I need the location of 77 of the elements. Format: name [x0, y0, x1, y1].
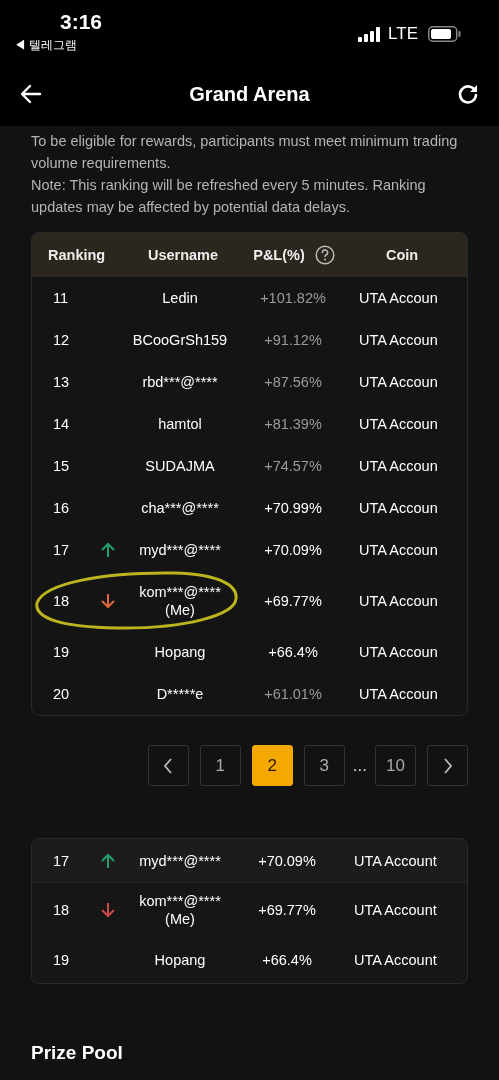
network-label: LTE	[388, 24, 418, 44]
coin-cell-text: UTA Accoun	[358, 290, 438, 306]
pnl-cell-text: +66.4%	[261, 952, 313, 968]
rank-cell-text: 18	[52, 902, 71, 918]
username-cell-text: BCooGrSh159	[131, 331, 229, 349]
rank-cell-text: 15	[52, 458, 71, 474]
back-to-app-link[interactable]: ◀ 텔레그램	[14, 37, 103, 54]
column-header: Username	[146, 247, 220, 263]
rank-cell-text: 13	[52, 374, 71, 390]
previous-page-button[interactable]	[147, 745, 189, 786]
coin-cell-text: UTA Accoun	[358, 542, 438, 558]
username-cell-text: myd***@****	[138, 541, 222, 559]
username-cell-text: Ledin	[161, 289, 199, 307]
rank-cell-text: 11	[52, 290, 70, 306]
column-header: Ranking	[47, 247, 107, 263]
username-cell-text: kom***@**** (Me)	[138, 892, 222, 928]
rules-note: Note: This ranking will be refreshed every 5 minutes. Ranking updates may be affected by potential data delays.	[31, 176, 427, 217]
pnl-cell-text: +74.57%	[263, 458, 323, 474]
rank-cell-text: 18	[52, 593, 71, 609]
help-icon[interactable]	[314, 245, 335, 265]
coin-cell-text: UTA Accoun	[358, 374, 438, 390]
rank-cell-text: 19	[52, 952, 71, 968]
username-cell-text: myd***@****	[138, 851, 222, 870]
page-button[interactable]: 3	[303, 745, 345, 786]
coin-cell-text: UTA Account	[353, 902, 437, 918]
rank-cell-text: 17	[52, 542, 71, 558]
page-ellipsis: ...	[352, 755, 367, 776]
page-button[interactable]: 10	[375, 745, 416, 786]
username-cell-text: Hopang	[153, 643, 207, 661]
username-cell-text: hamtol	[157, 415, 203, 433]
coin-cell-text: UTA Accoun	[358, 332, 438, 348]
coin-cell-text: UTA Accoun	[358, 416, 438, 432]
column-header: P&L(%)	[253, 247, 305, 263]
username-cell-text: SUDAJMA	[144, 457, 216, 475]
username-cell-text: Hopang	[153, 951, 207, 969]
pnl-cell-text: +87.56%	[263, 374, 323, 390]
pnl-cell-text: +61.01%	[263, 686, 323, 702]
rank-cell-text: 20	[52, 686, 71, 702]
coin-cell-text: UTA Accoun	[358, 644, 438, 660]
rules-note: To be eligible for rewards, participants must meet minimum trading volume requirements.	[31, 132, 459, 173]
status-time: 3:16	[60, 10, 103, 34]
pnl-cell-text: +81.39%	[263, 416, 323, 432]
pnl-cell-text: +69.77%	[263, 593, 323, 609]
rank-cell-text: 14	[52, 416, 71, 432]
rank-cell-text: 17	[52, 852, 71, 869]
page-title: Grand Arena	[189, 82, 310, 106]
page-button[interactable]: 2	[251, 745, 293, 786]
coin-cell-text: UTA Accoun	[358, 500, 438, 516]
coin-cell-text: UTA Accoun	[358, 593, 438, 609]
username-cell-text: cha***@****	[140, 499, 220, 517]
pnl-cell-text: +69.77%	[257, 902, 317, 918]
column-header: Coin	[385, 247, 419, 263]
rank-cell-text: 12	[52, 332, 71, 348]
rank-cell-text: 19	[52, 644, 71, 660]
battery-icon	[428, 26, 461, 42]
pnl-cell-text: +91.12%	[263, 332, 323, 348]
pnl-cell-text: +70.99%	[263, 500, 323, 516]
page-button[interactable]: 1	[199, 745, 241, 786]
section-title: Prize Pool	[31, 1042, 124, 1064]
chevron-right-icon	[442, 757, 453, 774]
username-cell-text: D*****e	[155, 685, 205, 703]
coin-cell-text: UTA Accoun	[358, 458, 438, 474]
back-arrow-icon[interactable]	[20, 84, 42, 104]
pnl-cell-text: +101.82%	[259, 290, 327, 306]
chevron-left-icon	[163, 757, 174, 774]
coin-cell-text: UTA Account	[353, 852, 437, 869]
next-page-button[interactable]	[427, 745, 468, 786]
coin-cell-text: UTA Account	[353, 952, 437, 968]
pnl-cell-text: +66.4%	[267, 644, 319, 660]
refresh-icon[interactable]	[457, 83, 479, 105]
pnl-cell-text: +70.09%	[263, 542, 323, 558]
pnl-cell-text: +70.09%	[257, 852, 317, 869]
username-cell-text: rbd***@****	[141, 373, 219, 391]
rank-cell-text: 16	[52, 500, 71, 516]
signal-icon	[358, 26, 383, 42]
coin-cell-text: UTA Accoun	[358, 686, 438, 702]
username-cell-text: kom***@**** (Me)	[138, 583, 222, 619]
